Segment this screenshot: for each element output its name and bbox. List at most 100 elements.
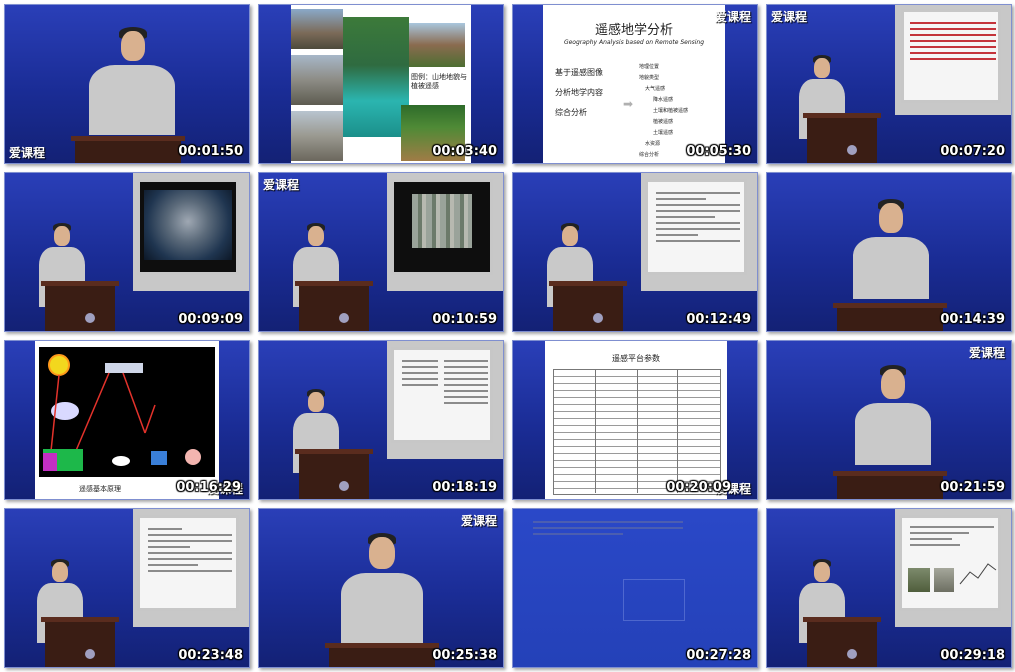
thumbnail-2[interactable]: 图例：山地地貌与植被遥感 00:03:40 — [258, 4, 504, 164]
sun-icon — [48, 354, 70, 376]
slide-left-item: 基于遥感图像 — [555, 68, 603, 77]
timestamp: 00:05:30 — [686, 144, 751, 159]
antenna-icon — [112, 456, 130, 466]
aerial-photo — [412, 194, 472, 248]
timestamp: 00:27:28 — [686, 648, 751, 663]
slide-right-item: 降水遥感 — [653, 97, 674, 103]
timestamp: 00:21:59 — [940, 480, 1005, 495]
brain-icon — [185, 449, 201, 465]
projection-screen — [645, 179, 747, 275]
presenter — [87, 27, 177, 147]
site-photo — [934, 568, 954, 592]
timestamp: 00:10:59 — [432, 312, 497, 327]
presenter — [339, 533, 425, 649]
watermark: 爱课程 — [968, 346, 1005, 360]
emblem-icon — [85, 313, 95, 323]
podium — [549, 281, 627, 331]
thumbnail-3[interactable]: 遥感地学分析 Geography Analysis based on Remot… — [512, 4, 758, 164]
thumbnail-16[interactable]: 00:29:18 — [766, 508, 1012, 668]
slide-caption: 图例：山地地貌与植被遥感 — [411, 73, 467, 90]
slide-photos: 图例：山地地貌与植被遥感 — [291, 5, 471, 163]
mountain-photo — [291, 55, 343, 105]
podium — [295, 281, 373, 331]
podium — [325, 643, 439, 667]
projection-screen — [137, 179, 239, 275]
thumbnail-4[interactable]: 爱课程 00:07:20 — [766, 4, 1012, 164]
thumbnail-6[interactable]: 爱课程 00:10:59 — [258, 172, 504, 332]
watermark: 爱课程 — [9, 146, 46, 160]
slide-right-item: 地理位置 — [639, 64, 660, 70]
slide-title: 遥感地学分析 — [594, 23, 673, 38]
emblem-icon — [85, 649, 95, 659]
podium — [833, 471, 947, 499]
emblem-icon — [847, 649, 857, 659]
timestamp: 00:23:48 — [178, 648, 243, 663]
slide-right-item: 土壤和植被遥感 — [653, 108, 689, 114]
arrow-icon: ➡ — [623, 97, 634, 111]
slide-right-item: 地貌类型 — [639, 75, 660, 81]
hill-photo — [409, 23, 465, 67]
timestamp: 00:12:49 — [686, 312, 751, 327]
slide-geography-analysis: 遥感地学分析 Geography Analysis based on Remot… — [543, 5, 725, 163]
timestamp: 00:16:29 — [176, 480, 241, 495]
slide-subtitle: Geography Analysis based on Remote Sensi… — [563, 39, 705, 46]
thumbnail-10[interactable]: 00:18:19 — [258, 340, 504, 500]
podium — [41, 281, 119, 331]
lake-photo — [343, 17, 409, 137]
podium — [295, 449, 373, 499]
podium — [803, 113, 881, 163]
slide-right-item: 大气遥感 — [645, 86, 666, 92]
watermark: 爱课程 — [460, 514, 497, 528]
presenter — [851, 199, 931, 309]
remote-sensing-diagram — [35, 341, 219, 499]
projection-screen — [901, 9, 1001, 103]
thumbnail-5[interactable]: 00:09:09 — [4, 172, 250, 332]
projection-screen — [391, 347, 493, 443]
thumbnail-13[interactable]: 00:23:48 — [4, 508, 250, 668]
watermark: 爱课程 — [263, 178, 300, 192]
thumbnail-7[interactable]: 00:12:49 — [512, 172, 758, 332]
timestamp: 00:09:09 — [178, 312, 243, 327]
timestamp: 00:20:09 — [666, 480, 731, 495]
slide-right-item: 植被遥感 — [653, 119, 674, 125]
mountain-photo — [291, 111, 343, 161]
timestamp: 00:29:18 — [940, 648, 1005, 663]
thumbnail-9[interactable]: 遥感基本原理 爱课程 00:16:29 — [4, 340, 250, 500]
timestamp: 00:25:38 — [432, 648, 497, 663]
emblem-icon — [593, 313, 603, 323]
satellite-photo — [144, 190, 232, 260]
slide-right-item: 综合分析 — [639, 152, 660, 158]
terrain-sketch-icon — [959, 563, 997, 585]
slide-left-item: 综合分析 — [555, 108, 587, 117]
watermark: 爱课程 — [714, 10, 751, 24]
timestamp: 00:07:20 — [940, 144, 1005, 159]
thumbnail-15[interactable]: 00:27:28 — [512, 508, 758, 668]
site-photo — [908, 568, 930, 592]
podium — [71, 136, 185, 163]
projection-screen — [899, 515, 1001, 611]
projection-screen — [391, 179, 493, 275]
emblem-icon — [339, 313, 349, 323]
thumbnail-14[interactable]: 爱课程 00:25:38 — [258, 508, 504, 668]
timestamp: 00:18:19 — [432, 480, 497, 495]
watermark: 爱课程 — [771, 10, 808, 24]
slide-diagram: 遥感基本原理 — [35, 341, 219, 499]
thumbnail-12[interactable]: 爱课程 00:21:59 — [766, 340, 1012, 500]
emblem-icon — [847, 145, 857, 155]
podium — [833, 303, 947, 331]
presenter — [853, 365, 933, 475]
slide-table: 遥感平台参数 — [545, 341, 727, 499]
timestamp: 00:14:39 — [940, 312, 1005, 327]
thumbnail-1[interactable]: 爱课程 00:01:50 — [4, 4, 250, 164]
thumbnail-grid: 爱课程 00:01:50 图例：山地地貌与植被遥感 00:03:40 遥感地学分… — [4, 4, 1012, 670]
thumbnail-8[interactable]: 00:14:39 — [766, 172, 1012, 332]
thumbnail-11[interactable]: 遥感平台参数 爱课程 00:20:09 — [512, 340, 758, 500]
podium — [803, 617, 881, 667]
satellite-icon — [105, 363, 143, 373]
mountain-photo — [291, 9, 343, 49]
computer-icon — [151, 451, 167, 465]
slide-left-item: 分析地学内容 — [555, 88, 603, 97]
podium — [41, 617, 119, 667]
emblem-icon — [339, 481, 349, 491]
projection-screen — [137, 515, 239, 611]
